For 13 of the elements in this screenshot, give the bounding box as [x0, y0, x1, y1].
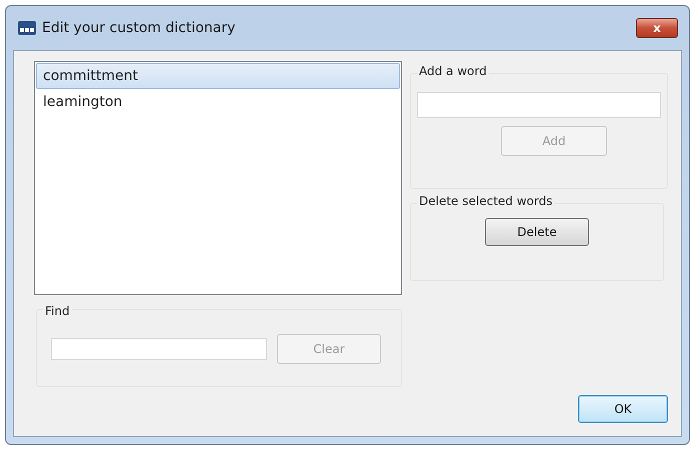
delete-button[interactable]: Delete [485, 218, 589, 246]
word-list-item[interactable]: committment [36, 63, 400, 89]
find-input[interactable] [51, 338, 267, 360]
word-list[interactable]: committment leamington [34, 61, 402, 295]
word-list-item[interactable]: leamington [36, 89, 400, 115]
close-button[interactable]: x [636, 18, 678, 38]
app-icon [18, 21, 36, 35]
group-caption: Find [43, 304, 72, 318]
ok-button[interactable]: OK [578, 395, 668, 423]
word-input[interactable] [417, 92, 661, 118]
group-caption: Add a word [417, 64, 489, 78]
window-title: Edit your custom dictionary [42, 20, 236, 36]
group-caption: Delete selected words [417, 194, 554, 208]
